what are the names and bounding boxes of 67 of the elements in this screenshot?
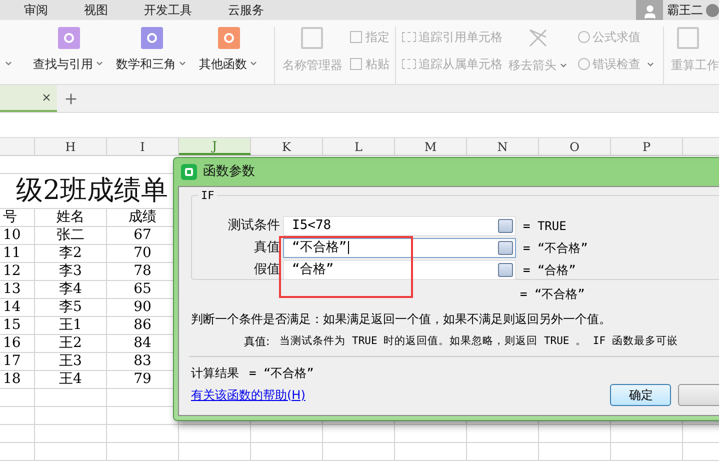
argument-input[interactable]: “合格” (283, 260, 516, 280)
add-icon[interactable] (63, 91, 79, 107)
column-header[interactable]: H (35, 138, 107, 155)
dialog-title: 函数参数 (203, 163, 255, 182)
table-cell: 李2 (35, 245, 107, 262)
function-category-button[interactable]: 其他函数 (199, 27, 258, 71)
avatar-icon[interactable] (636, 0, 663, 20)
column-header[interactable]: J (179, 138, 251, 155)
table-cell: 10 (0, 227, 35, 244)
table-cell: 16 (0, 335, 35, 352)
table-cell: 李3 (35, 263, 107, 280)
argument-help-label: 真值: (244, 334, 270, 350)
trace-icon (402, 32, 416, 42)
user-name[interactable]: 霸王二 (667, 1, 703, 19)
argument-input[interactable]: “不合格” (283, 238, 516, 258)
argument-result: = “合格” (523, 262, 576, 278)
table-cell: 张二 (35, 227, 107, 244)
calculation-result-label: 计算结果 (191, 364, 239, 382)
table-cell: 15 (0, 317, 35, 334)
function-category-button[interactable]: 查找与引用 (33, 27, 104, 71)
calculation-result: = “不合格” (249, 364, 314, 382)
cell-reference-icon[interactable] (498, 262, 513, 276)
menu-tab[interactable]: 云服务 (228, 1, 264, 19)
column-header[interactable]: P (611, 138, 683, 155)
table-cell: 18 (0, 371, 35, 388)
column-header[interactable]: K (251, 138, 323, 155)
argument-label: 真值 (253, 238, 281, 257)
cell-reference-icon[interactable] (498, 218, 513, 232)
help-link[interactable]: 有关该函数的帮助(H) (191, 386, 306, 404)
cell-reference-icon[interactable] (498, 240, 513, 254)
table-cell: 13 (0, 281, 35, 298)
table-cell: 李5 (35, 299, 107, 316)
table-cell: 王2 (35, 335, 107, 352)
table-cell: 王4 (35, 371, 107, 388)
table-cell: 号 (0, 209, 35, 226)
argument-input[interactable]: I5<78 (283, 216, 516, 236)
argument-result: = “不合格” (523, 240, 588, 256)
argument-label: 测试条件 (227, 216, 281, 235)
column-header[interactable]: M (395, 138, 467, 155)
column-header[interactable]: N (467, 138, 539, 155)
table-cell: 14 (0, 299, 35, 316)
table-cell: 17 (0, 353, 35, 370)
formula-icon (578, 58, 590, 70)
table-cell: 李4 (35, 281, 107, 298)
table-cell: 11 (0, 245, 35, 262)
menu-tab[interactable]: 视图 (84, 1, 108, 19)
app-logo-icon (181, 164, 197, 180)
argument-label: 假值 (253, 260, 281, 279)
formula-result: = “不合格” (520, 286, 585, 303)
menu-tab[interactable]: 开发工具 (144, 1, 192, 19)
sheet-title: 级2班成绩单 (16, 174, 168, 208)
table-cell: 姓名 (35, 209, 107, 226)
table-cell: 王3 (35, 353, 107, 370)
column-header[interactable]: L (323, 138, 395, 155)
menu-tab[interactable]: 审阅 (24, 1, 48, 19)
argument-help-text: 当测试条件为 TRUE 时的返回值。如果忽略，则返回 TRUE 。 IF 函数最多可嵌 (280, 334, 678, 350)
function-description: 判断一个条件是否满足：如果满足返回一个值，如果不满足则返回另外一个值。 (191, 311, 612, 328)
close-icon[interactable] (41, 92, 52, 103)
function-category-button[interactable]: 数学和三角 (116, 27, 187, 71)
formula-icon (578, 31, 590, 43)
ok-button[interactable]: 确定 (610, 384, 672, 406)
column-header[interactable]: O (539, 138, 611, 155)
argument-result: = TRUE (523, 218, 566, 234)
table-cell: 12 (0, 263, 35, 280)
cancel-button[interactable] (678, 384, 719, 406)
trace-icon (402, 59, 416, 69)
table-cell: 王1 (35, 317, 107, 334)
